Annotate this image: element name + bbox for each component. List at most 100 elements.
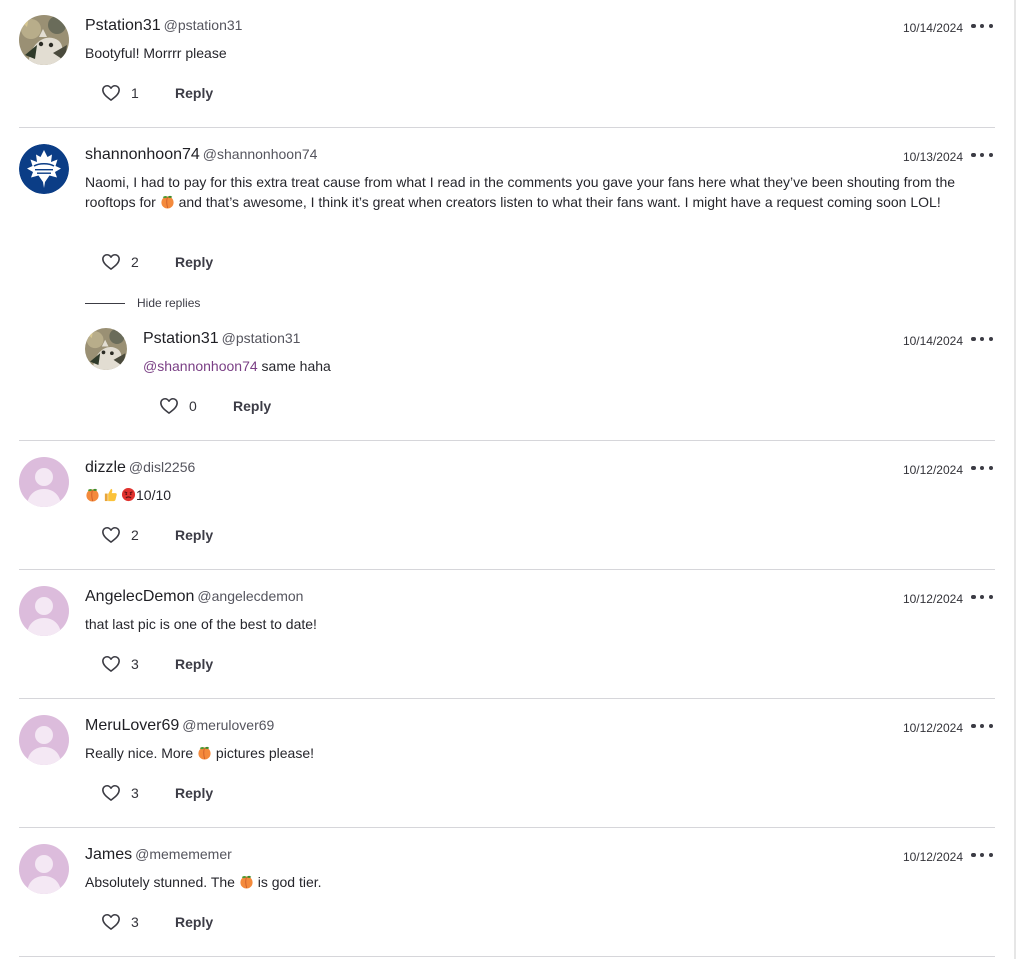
avatar[interactable]	[19, 15, 69, 65]
reply-button[interactable]: Reply	[175, 914, 213, 930]
reply-button[interactable]: Reply	[175, 85, 213, 101]
user-handle[interactable]: @angelecdemon	[197, 588, 303, 604]
like-count: 3	[131, 656, 139, 672]
avatar[interactable]	[19, 586, 69, 636]
more-options-button[interactable]	[971, 717, 993, 735]
comment-actions: 3 Reply	[101, 911, 213, 933]
more-dot	[988, 23, 993, 29]
reply-button[interactable]: Reply	[175, 527, 213, 543]
more-dot	[988, 152, 993, 158]
like-count: 1	[131, 85, 139, 101]
comment-text: Bootyful! Morrrr please	[85, 45, 227, 61]
avatar[interactable]	[19, 715, 69, 765]
comment-item: shannonhoon74 @shannonhoon74 10/13/2024 N…	[19, 144, 995, 274]
more-options-button[interactable]	[971, 588, 993, 606]
comment-header: MeruLover69 @merulover69 10/12/2024	[85, 717, 995, 739]
avatar[interactable]	[19, 844, 69, 894]
heart-icon	[101, 525, 121, 545]
more-dot	[971, 852, 976, 858]
text-part: pictures please!	[212, 745, 314, 761]
cat-photo-icon	[85, 328, 127, 370]
user-handle[interactable]: @merulover69	[182, 717, 274, 733]
more-dot	[988, 723, 993, 729]
more-dot	[988, 594, 993, 600]
reply-button[interactable]: Reply	[233, 398, 271, 414]
reply-button[interactable]: Reply	[175, 254, 213, 270]
divider	[19, 440, 995, 441]
like-count: 2	[131, 527, 139, 543]
reply-item: Pstation31 @pstation31 10/14/2024 @shanno…	[85, 328, 995, 418]
more-options-button[interactable]	[971, 459, 993, 477]
comment-item: AngelecDemon @angelecdemon 10/12/2024 tha…	[19, 586, 995, 686]
user-mention-link[interactable]: @shannonhoon74	[143, 358, 258, 374]
text-part: Absolutely stunned. The	[85, 874, 239, 890]
like-button[interactable]: 0	[159, 396, 203, 416]
heart-icon	[101, 912, 121, 932]
comment-actions: 2 Reply	[101, 524, 213, 546]
heart-icon	[159, 396, 179, 416]
more-dot	[979, 152, 985, 158]
user-handle[interactable]: @shannonhoon74	[203, 146, 318, 162]
more-options-button[interactable]	[971, 17, 993, 35]
avatar[interactable]	[19, 144, 69, 194]
username[interactable]: James	[85, 846, 132, 863]
username[interactable]: MeruLover69	[85, 717, 179, 734]
comment-text: Absolutely stunned. The is god tier.	[85, 872, 975, 892]
more-dot	[971, 594, 976, 600]
more-dot	[979, 723, 985, 729]
avatar[interactable]	[85, 328, 127, 370]
default-user-icon	[19, 586, 69, 636]
comment-text: Naomi, I had to pay for this extra treat…	[85, 172, 975, 212]
comment-actions: 2 Reply	[101, 251, 213, 273]
comment-date: 10/12/2024	[902, 592, 963, 606]
avatar[interactable]	[19, 457, 69, 507]
more-dot	[979, 465, 985, 471]
user-handle[interactable]: @disl2256	[129, 459, 195, 475]
more-dot	[971, 23, 976, 29]
more-dot	[988, 465, 993, 471]
comment-item: James @memememer 10/12/2024 Absolutely st…	[19, 844, 995, 944]
username[interactable]: AngelecDemon	[85, 588, 194, 605]
user-handle[interactable]: @memememer	[135, 846, 232, 862]
reply-actions: 0 Reply	[159, 395, 271, 417]
divider	[19, 698, 995, 699]
text-part: Really nice. More	[85, 745, 198, 761]
user-handle[interactable]: @pstation31	[222, 330, 301, 346]
reply-button[interactable]: Reply	[175, 785, 213, 801]
comment-actions: 3 Reply	[101, 782, 213, 804]
like-button[interactable]: 2	[101, 525, 145, 545]
like-button[interactable]: 2	[101, 252, 145, 272]
comment-date: 10/12/2024	[902, 850, 963, 864]
heart-icon	[101, 252, 121, 272]
reply-button[interactable]: Reply	[175, 656, 213, 672]
reply-text: @shannonhoon74 same haha	[143, 356, 975, 376]
text-part: same haha	[257, 358, 331, 374]
like-button[interactable]: 1	[101, 83, 145, 103]
more-options-button[interactable]	[971, 330, 993, 348]
peach-emoji-icon	[160, 194, 175, 209]
peach-emoji-icon	[85, 487, 100, 502]
heart-icon	[101, 654, 121, 674]
username[interactable]: shannonhoon74	[85, 146, 200, 163]
like-button[interactable]: 3	[101, 912, 145, 932]
comment-header: shannonhoon74 @shannonhoon74 10/13/2024	[85, 146, 995, 168]
cat-photo-icon	[19, 15, 69, 65]
comment-date: 10/12/2024	[902, 463, 963, 477]
text-part: and that’s awesome, I think it’s great w…	[174, 194, 941, 210]
comment-actions: 1 Reply	[101, 82, 213, 104]
reply-header: Pstation31 @pstation31 10/14/2024	[143, 330, 995, 352]
user-handle[interactable]: @pstation31	[164, 17, 243, 33]
more-options-button[interactable]	[971, 846, 993, 864]
more-dot	[971, 723, 976, 729]
like-button[interactable]: 3	[101, 654, 145, 674]
username[interactable]: dizzle	[85, 459, 126, 476]
username[interactable]: Pstation31	[143, 330, 219, 347]
more-options-button[interactable]	[971, 146, 993, 164]
username[interactable]: Pstation31	[85, 17, 161, 34]
comment-header: dizzle @disl2256 10/12/2024	[85, 459, 995, 481]
comment-actions: 3 Reply	[101, 653, 213, 675]
divider	[19, 127, 995, 128]
peach-emoji-icon	[239, 874, 254, 889]
hide-replies-button[interactable]: Hide replies	[85, 294, 200, 312]
like-button[interactable]: 3	[101, 783, 145, 803]
